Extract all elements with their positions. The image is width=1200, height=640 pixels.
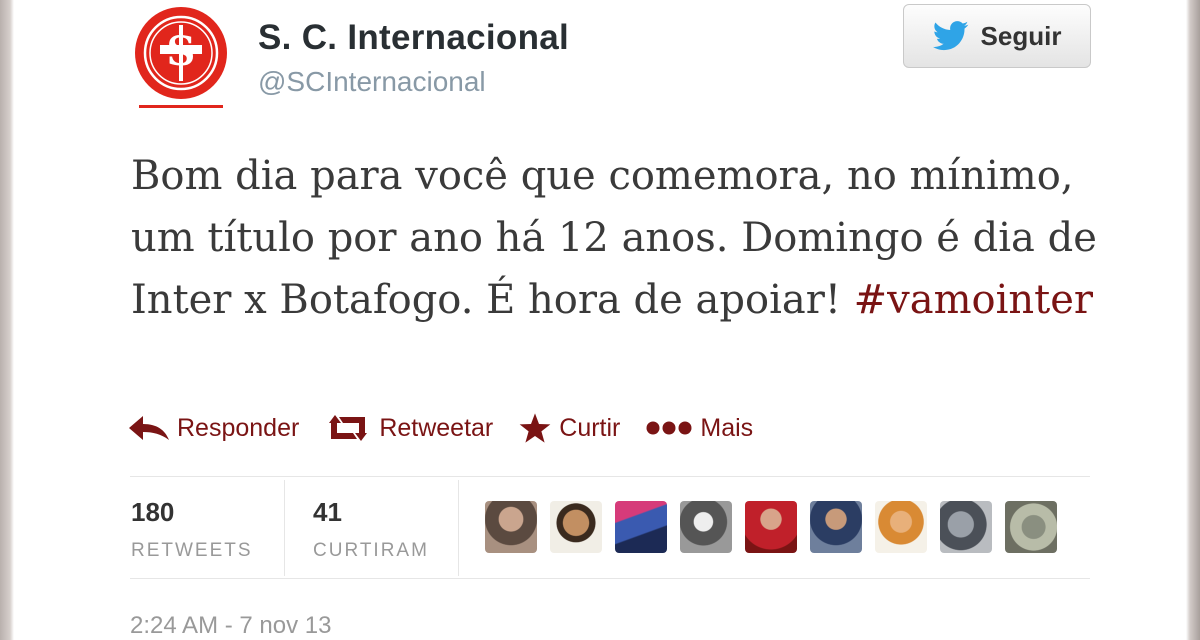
divider-top <box>130 476 1090 477</box>
avatar[interactable] <box>810 501 862 553</box>
follow-button-label: Seguir <box>980 20 1062 51</box>
reply-button[interactable]: Responder <box>129 414 299 443</box>
more-label: Mais <box>700 413 754 442</box>
tweet-card: S I S. C. Internacional @SCInternacional… <box>14 0 1186 639</box>
retweet-icon <box>329 415 368 441</box>
avatar[interactable] <box>485 501 537 553</box>
avatar[interactable] <box>680 501 732 553</box>
likes-stat[interactable]: 41 CURTIRAM <box>313 497 429 562</box>
avatar[interactable] <box>875 501 927 553</box>
retweet-label: Retweetar <box>379 413 494 442</box>
avatar[interactable] <box>1005 501 1057 553</box>
retweets-count: 180 <box>131 497 175 527</box>
like-button[interactable]: Curtir <box>519 412 620 444</box>
retweets-stat[interactable]: 180 RETWEETS <box>131 497 253 562</box>
profile-handle[interactable]: @SCInternacional <box>258 66 486 98</box>
more-icon <box>646 421 692 435</box>
twitter-bird-icon <box>932 21 968 51</box>
tweet-actions: Responder Retweetar Curtir Mais <box>129 412 779 444</box>
avatar[interactable] <box>745 501 797 553</box>
more-button[interactable]: Mais <box>646 414 753 443</box>
avatar[interactable] <box>940 501 992 553</box>
liker-avatars <box>485 501 1057 553</box>
internacional-logo[interactable]: S I <box>133 5 229 111</box>
star-icon <box>519 413 551 443</box>
reply-label: Responder <box>177 413 300 442</box>
follow-button[interactable]: Seguir <box>903 4 1091 68</box>
likes-label: CURTIRAM <box>313 540 429 561</box>
stats-separator <box>458 480 459 576</box>
avatar[interactable] <box>615 501 667 553</box>
tweet-timestamp[interactable]: 2:24 AM - 7 nov 13 <box>130 612 331 640</box>
profile-name[interactable]: S. C. Internacional <box>258 18 569 58</box>
like-label: Curtir <box>559 413 621 442</box>
divider-bottom <box>130 578 1090 579</box>
reply-icon <box>129 416 169 440</box>
hashtag-link[interactable]: #vamointer <box>854 277 1093 323</box>
likes-count: 41 <box>313 497 342 527</box>
retweet-button[interactable]: Retweetar <box>325 413 493 443</box>
retweets-label: RETWEETS <box>131 540 253 561</box>
avatar[interactable] <box>550 501 602 553</box>
stats-separator <box>284 480 285 576</box>
tweet-text: Bom dia para você que comemora, no mínim… <box>131 145 1131 331</box>
